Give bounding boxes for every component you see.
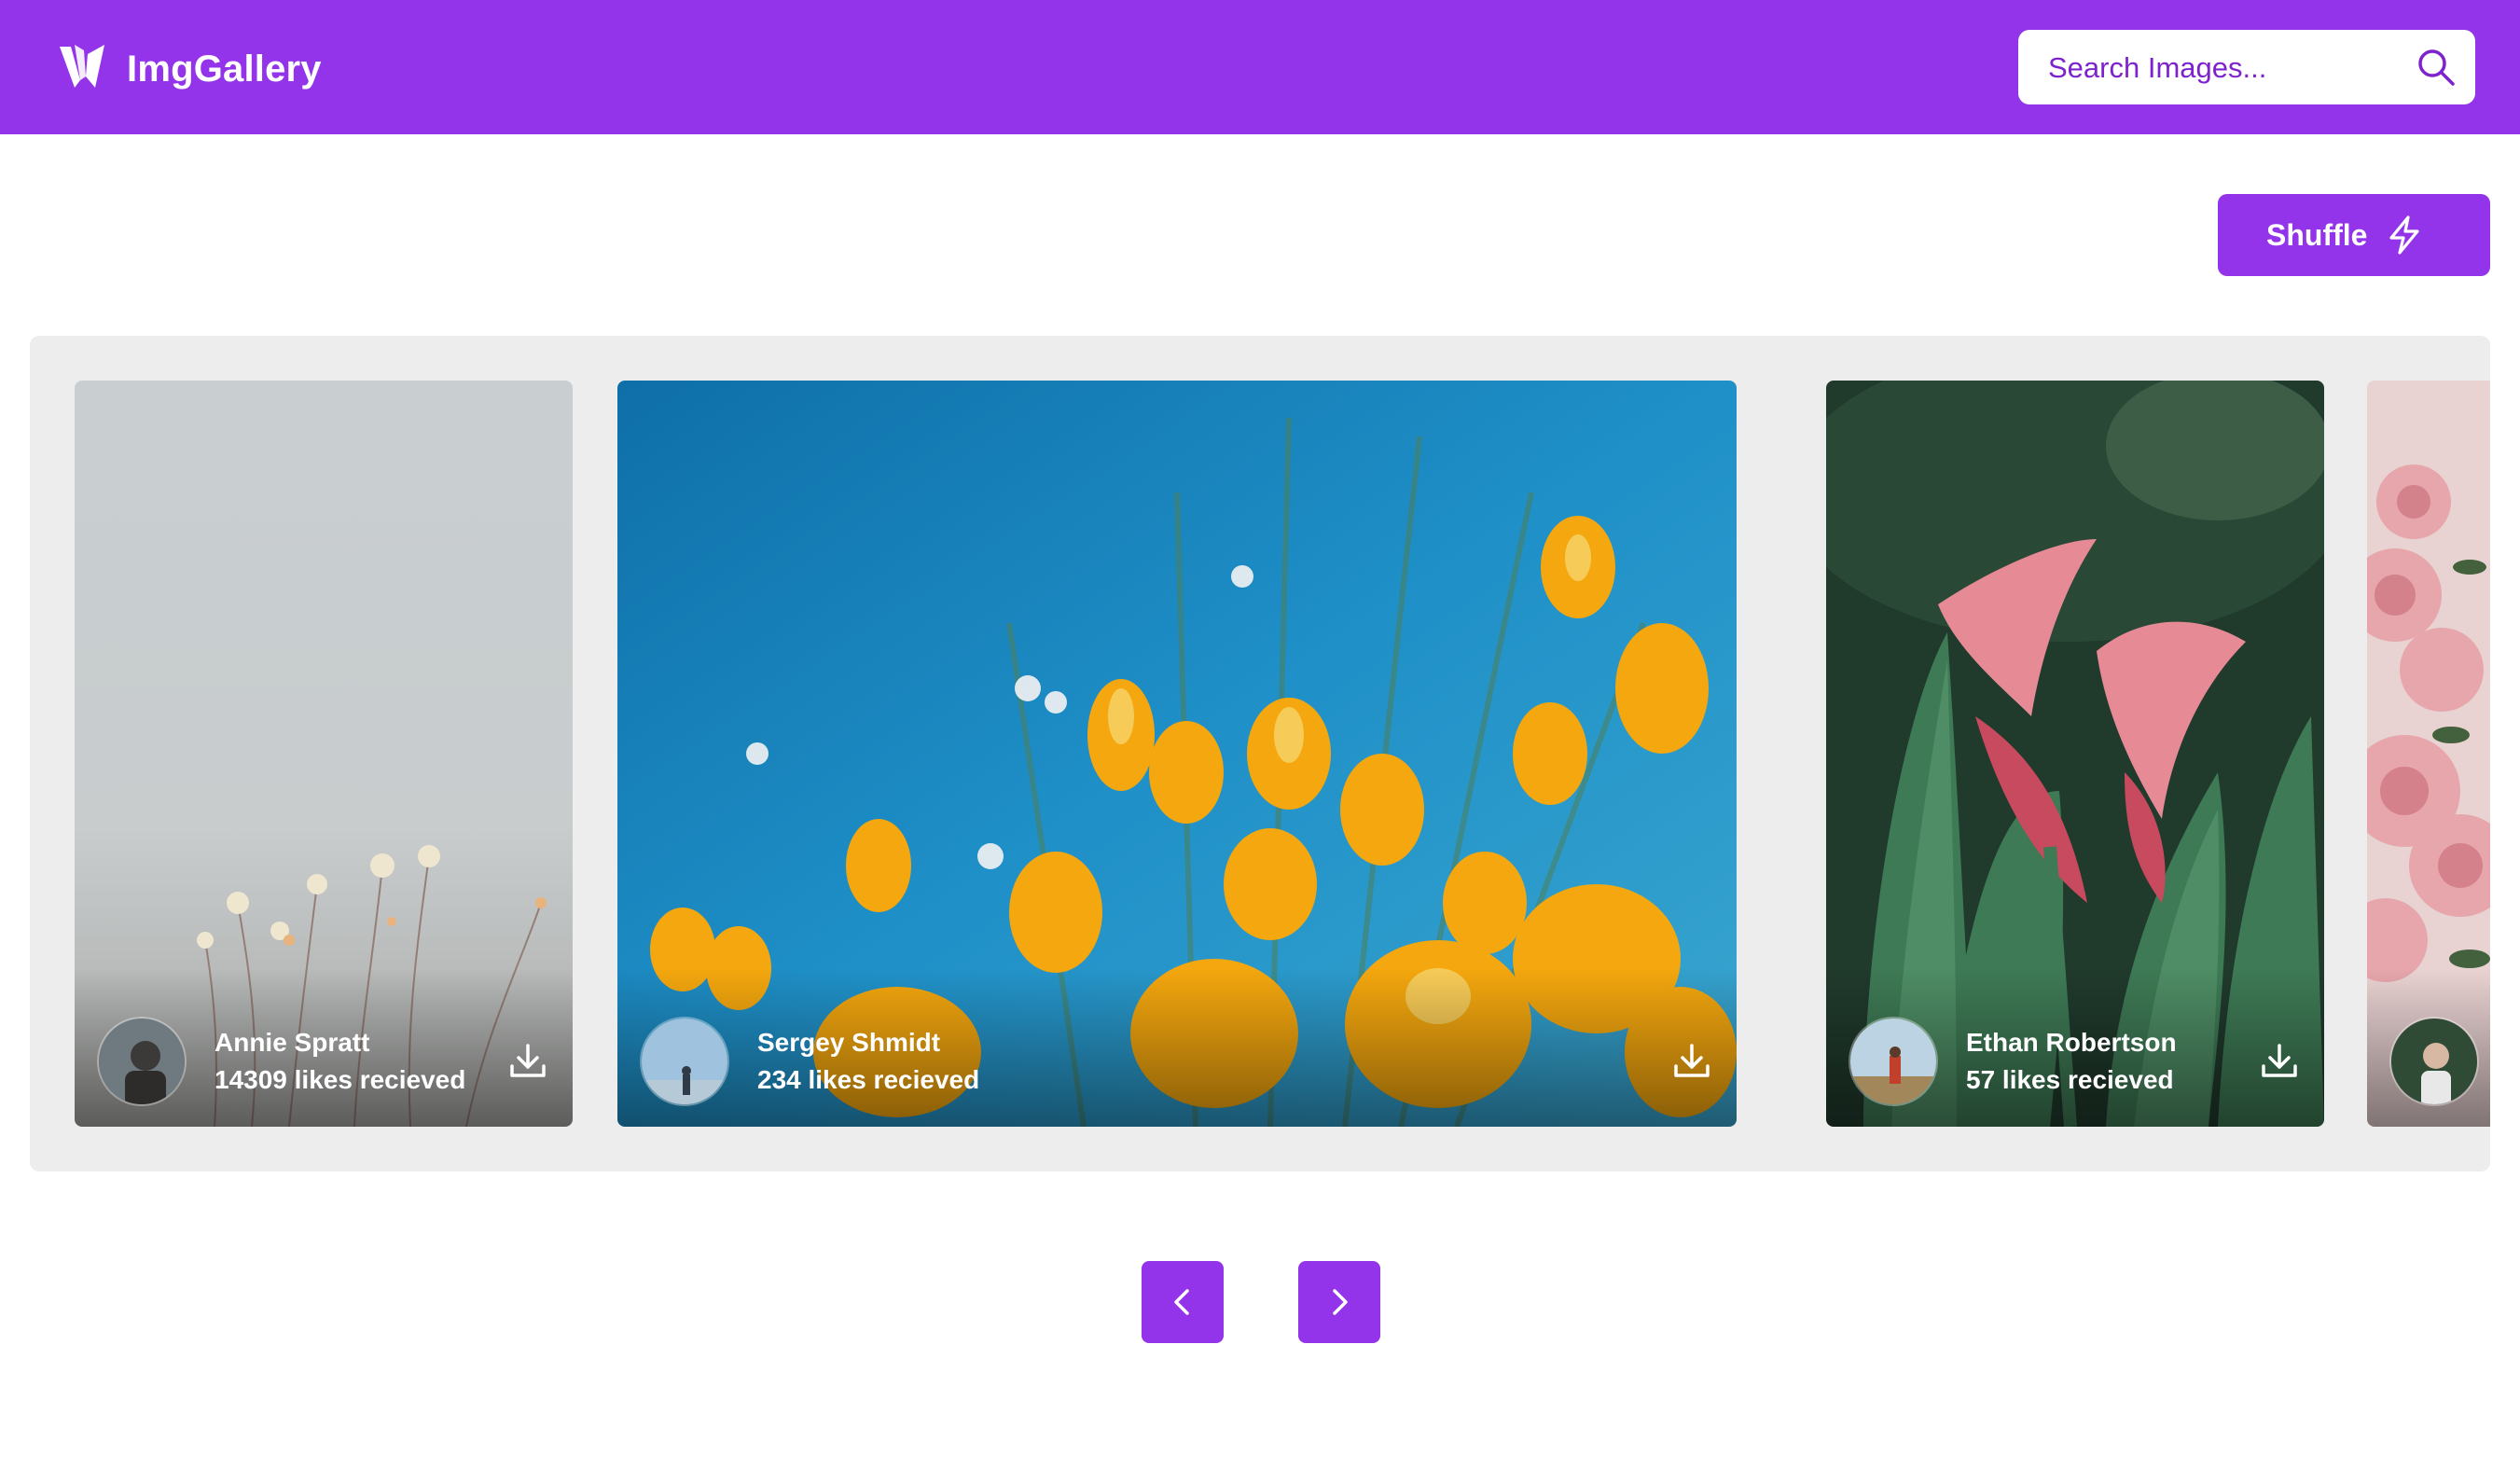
download-icon[interactable] xyxy=(2259,1041,2300,1082)
chevron-right-icon xyxy=(1333,1289,1348,1315)
previous-page-button[interactable] xyxy=(1142,1261,1224,1343)
lightning-bolt-icon xyxy=(2389,215,2419,255)
gallery-card[interactable]: Ethan Robertson 57 likes recieved xyxy=(1826,381,2324,1127)
download-icon[interactable] xyxy=(507,1041,548,1082)
likes-count: 14309 likes recieved xyxy=(215,1065,466,1094)
download-icon[interactable] xyxy=(1671,1041,1712,1082)
search-input[interactable] xyxy=(2046,30,2404,106)
avatar[interactable] xyxy=(1848,1017,1938,1106)
brand-name[interactable]: ImgGallery xyxy=(127,43,322,95)
likes-count: 57 likes recieved xyxy=(1966,1065,2174,1094)
top-navbar: ImgGallery xyxy=(0,0,2520,134)
gallery-card[interactable]: Annie Spratt 14309 likes recieved xyxy=(75,381,573,1127)
shuffle-label: Shuffle xyxy=(2266,218,2368,252)
next-page-button[interactable] xyxy=(1298,1261,1380,1343)
stylized-w-logo-icon[interactable] xyxy=(58,43,106,91)
avatar[interactable] xyxy=(2389,1017,2479,1106)
author-name[interactable]: Ethan Robertson xyxy=(1966,1028,2177,1058)
chevron-left-icon xyxy=(1174,1289,1189,1315)
search-box xyxy=(2018,30,2475,106)
shuffle-button[interactable]: Shuffle xyxy=(2218,194,2490,276)
likes-count: 234 likes recieved xyxy=(757,1065,980,1094)
avatar[interactable] xyxy=(640,1017,729,1106)
image-gallery[interactable]: Annie Spratt 14309 likes recieved Sergey… xyxy=(30,336,2490,1171)
avatar[interactable] xyxy=(97,1017,187,1106)
search-icon[interactable] xyxy=(2416,47,2457,88)
gallery-card[interactable]: Sergey Shmidt 234 likes recieved xyxy=(617,381,1737,1127)
author-name[interactable]: Annie Spratt xyxy=(215,1028,369,1058)
author-name[interactable]: Sergey Shmidt xyxy=(757,1028,940,1058)
gallery-card[interactable] xyxy=(2367,381,2490,1127)
